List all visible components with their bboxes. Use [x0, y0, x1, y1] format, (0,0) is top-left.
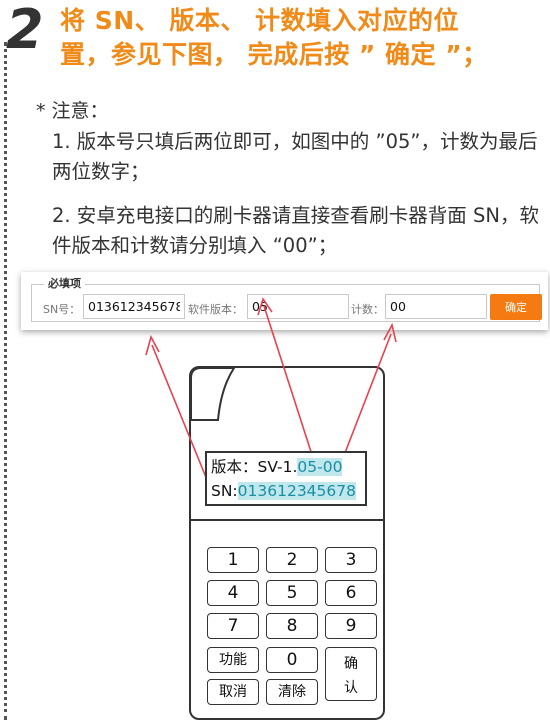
- screen-sn-line: SN:013612345678: [211, 482, 356, 500]
- key-function[interactable]: 功能: [207, 647, 259, 673]
- screen-sn-label: SN:: [211, 482, 238, 500]
- key-confirm-bottom: 认: [344, 679, 358, 696]
- device-screen: 版本：SV-1.05-00 SN:013612345678: [205, 451, 367, 506]
- key-1[interactable]: 1: [207, 547, 259, 573]
- screen-version-highlight: 05-00: [297, 458, 343, 476]
- key-confirm[interactable]: 确 认: [325, 647, 377, 701]
- key-9[interactable]: 9: [325, 613, 377, 639]
- key-8[interactable]: 8: [266, 613, 318, 639]
- device-decor-and-arrows: [145, 297, 397, 521]
- arrow-count-line: [342, 333, 392, 459]
- key-7[interactable]: 7: [207, 613, 259, 639]
- key-confirm-top: 确: [344, 655, 358, 672]
- key-3[interactable]: 3: [325, 547, 377, 573]
- key-2[interactable]: 2: [266, 547, 318, 573]
- screen-sn-highlight: 013612345678: [237, 482, 356, 500]
- key-clear[interactable]: 清除: [266, 679, 318, 705]
- key-0[interactable]: 0: [266, 647, 318, 673]
- device-notch-shape: [190, 367, 236, 421]
- screen-version-label: 版本：SV-1.: [211, 458, 298, 476]
- key-6[interactable]: 6: [325, 580, 377, 606]
- key-cancel[interactable]: 取消: [207, 679, 259, 705]
- screen-version-line: 版本：SV-1.05-00: [211, 455, 343, 477]
- key-5[interactable]: 5: [266, 580, 318, 606]
- key-4[interactable]: 4: [207, 580, 259, 606]
- arrow-version-line: [263, 305, 314, 459]
- arrow-count-head: [383, 322, 397, 343]
